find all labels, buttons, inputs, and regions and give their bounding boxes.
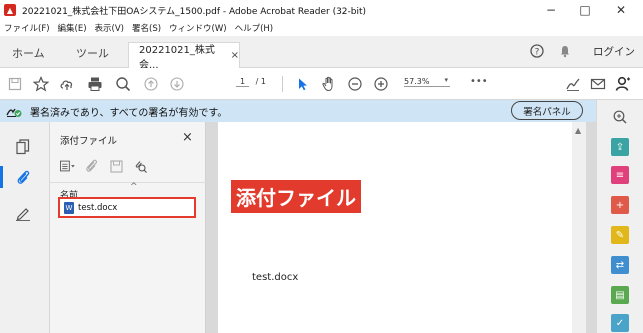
zoom-plus-icon[interactable]: [611, 108, 629, 126]
attachment-filename: test.docx: [78, 202, 118, 213]
tab-document-label: 20221021_株式会...: [139, 44, 215, 71]
tab-document[interactable]: 20221021_株式会... ×: [128, 42, 240, 71]
login-link[interactable]: ログイン: [593, 44, 635, 59]
attachments-panel: 添付ファイル × ^ 名前 W test.docx: [50, 122, 206, 333]
tab-home[interactable]: ホーム: [12, 45, 45, 61]
signature-valid-icon: [6, 104, 22, 118]
left-nav-rail: [0, 122, 50, 333]
print-icon[interactable]: [86, 75, 104, 93]
document-viewer[interactable]: test.docx: [206, 122, 596, 333]
page-total: / 1: [255, 77, 266, 86]
attachment-paperclip-icon[interactable]: [14, 168, 32, 186]
right-tools-rail: ⇪ ≡ + ✎ ⇄ ▤ ✓: [596, 100, 643, 333]
signature-panel-button[interactable]: 署名パネル: [511, 101, 583, 120]
comment-icon[interactable]: ✎: [611, 226, 629, 244]
tab-tools[interactable]: ツール: [76, 45, 109, 61]
minimize-button[interactable]: −: [536, 0, 566, 20]
search-attachment-icon[interactable]: [132, 158, 148, 174]
menu-window[interactable]: ウィンドウ(W): [169, 22, 227, 34]
create-pdf-icon[interactable]: +: [611, 196, 629, 214]
bell-icon[interactable]: [558, 44, 572, 61]
mail-icon[interactable]: [589, 75, 607, 93]
sort-indicator-icon[interactable]: ^: [130, 182, 138, 192]
attachment-callout-label: 添付ファイル: [231, 180, 361, 213]
attachments-close-button[interactable]: ×: [182, 130, 193, 145]
attachment-row[interactable]: W test.docx: [58, 197, 196, 218]
tab-close-icon[interactable]: ×: [231, 50, 239, 61]
bookmark-star-icon[interactable]: [32, 75, 50, 93]
hand-tool-icon[interactable]: [320, 75, 338, 93]
page-body-text: test.docx: [252, 272, 299, 283]
window-title: 20221021_株式会社下田OAシステム_1500.pdf - Adobe A…: [22, 6, 367, 17]
pdf-page: test.docx: [218, 122, 572, 333]
edit-pdf-icon[interactable]: ▤: [611, 286, 629, 304]
page-down-icon[interactable]: [168, 75, 186, 93]
maximize-button[interactable]: □: [570, 0, 600, 20]
menu-sign[interactable]: 署名(S): [132, 22, 161, 34]
attachments-panel-title: 添付ファイル: [60, 136, 118, 147]
zoom-in-icon[interactable]: [372, 75, 390, 93]
organize-pages-icon[interactable]: ≡: [611, 166, 629, 184]
share-user-icon[interactable]: [614, 75, 632, 93]
signature-status-text: 署名済みであり、すべての署名が有効です。: [30, 107, 228, 119]
close-window-button[interactable]: ✕: [606, 0, 636, 20]
save-icon[interactable]: [6, 75, 24, 93]
toolbar-divider: [282, 76, 283, 92]
share-file-icon[interactable]: ⇄: [611, 256, 629, 274]
fill-sign-icon[interactable]: ✓: [611, 314, 629, 332]
panel-divider: [50, 182, 206, 183]
menu-bar: ファイル(F) 編集(E) 表示(V) 署名(S) ウィンドウ(W) ヘルプ(H…: [0, 20, 643, 36]
signature-status-bar: 署名済みであり、すべての署名が有効です。: [0, 100, 596, 122]
toolbar: 1 / 1 57.3% ▾ •••: [0, 68, 643, 100]
more-tools-icon[interactable]: •••: [470, 76, 488, 87]
scroll-up-icon[interactable]: ▲: [575, 126, 581, 135]
vertical-scrollbar[interactable]: ▲: [572, 122, 586, 333]
export-pdf-icon[interactable]: ⇪: [611, 138, 629, 156]
page-number-input[interactable]: 1: [236, 77, 250, 87]
acrobat-icon: ▲: [4, 4, 16, 16]
zoom-out-icon[interactable]: [346, 75, 364, 93]
select-cursor-icon[interactable]: [294, 75, 312, 93]
save-attachment-icon[interactable]: [108, 158, 124, 174]
help-icon[interactable]: ?: [530, 44, 544, 61]
add-attachment-icon[interactable]: [84, 158, 100, 174]
menu-view[interactable]: 表示(V): [95, 22, 124, 34]
menu-help[interactable]: ヘルプ(H): [235, 22, 274, 34]
svg-text:?: ?: [535, 48, 540, 58]
active-indicator: [0, 166, 3, 188]
chevron-down-icon: ▾: [444, 76, 448, 84]
zoom-level-select[interactable]: 57.3% ▾: [404, 76, 450, 87]
cloud-upload-icon[interactable]: [58, 75, 76, 93]
zoom-search-icon[interactable]: [114, 75, 132, 93]
page-up-icon[interactable]: [142, 75, 160, 93]
options-menu-icon[interactable]: [60, 158, 76, 174]
pages-thumbnail-icon[interactable]: [14, 138, 32, 156]
menu-edit[interactable]: 編集(E): [58, 22, 87, 34]
menu-file[interactable]: ファイル(F): [4, 22, 50, 34]
tab-bar: ホーム ツール 20221021_株式会... × ? ログイン: [0, 36, 643, 71]
signature-pen-icon[interactable]: [14, 204, 32, 222]
zoom-level-value: 57.3%: [404, 77, 430, 86]
sign-icon[interactable]: [564, 75, 582, 93]
word-doc-icon: W: [64, 201, 74, 214]
